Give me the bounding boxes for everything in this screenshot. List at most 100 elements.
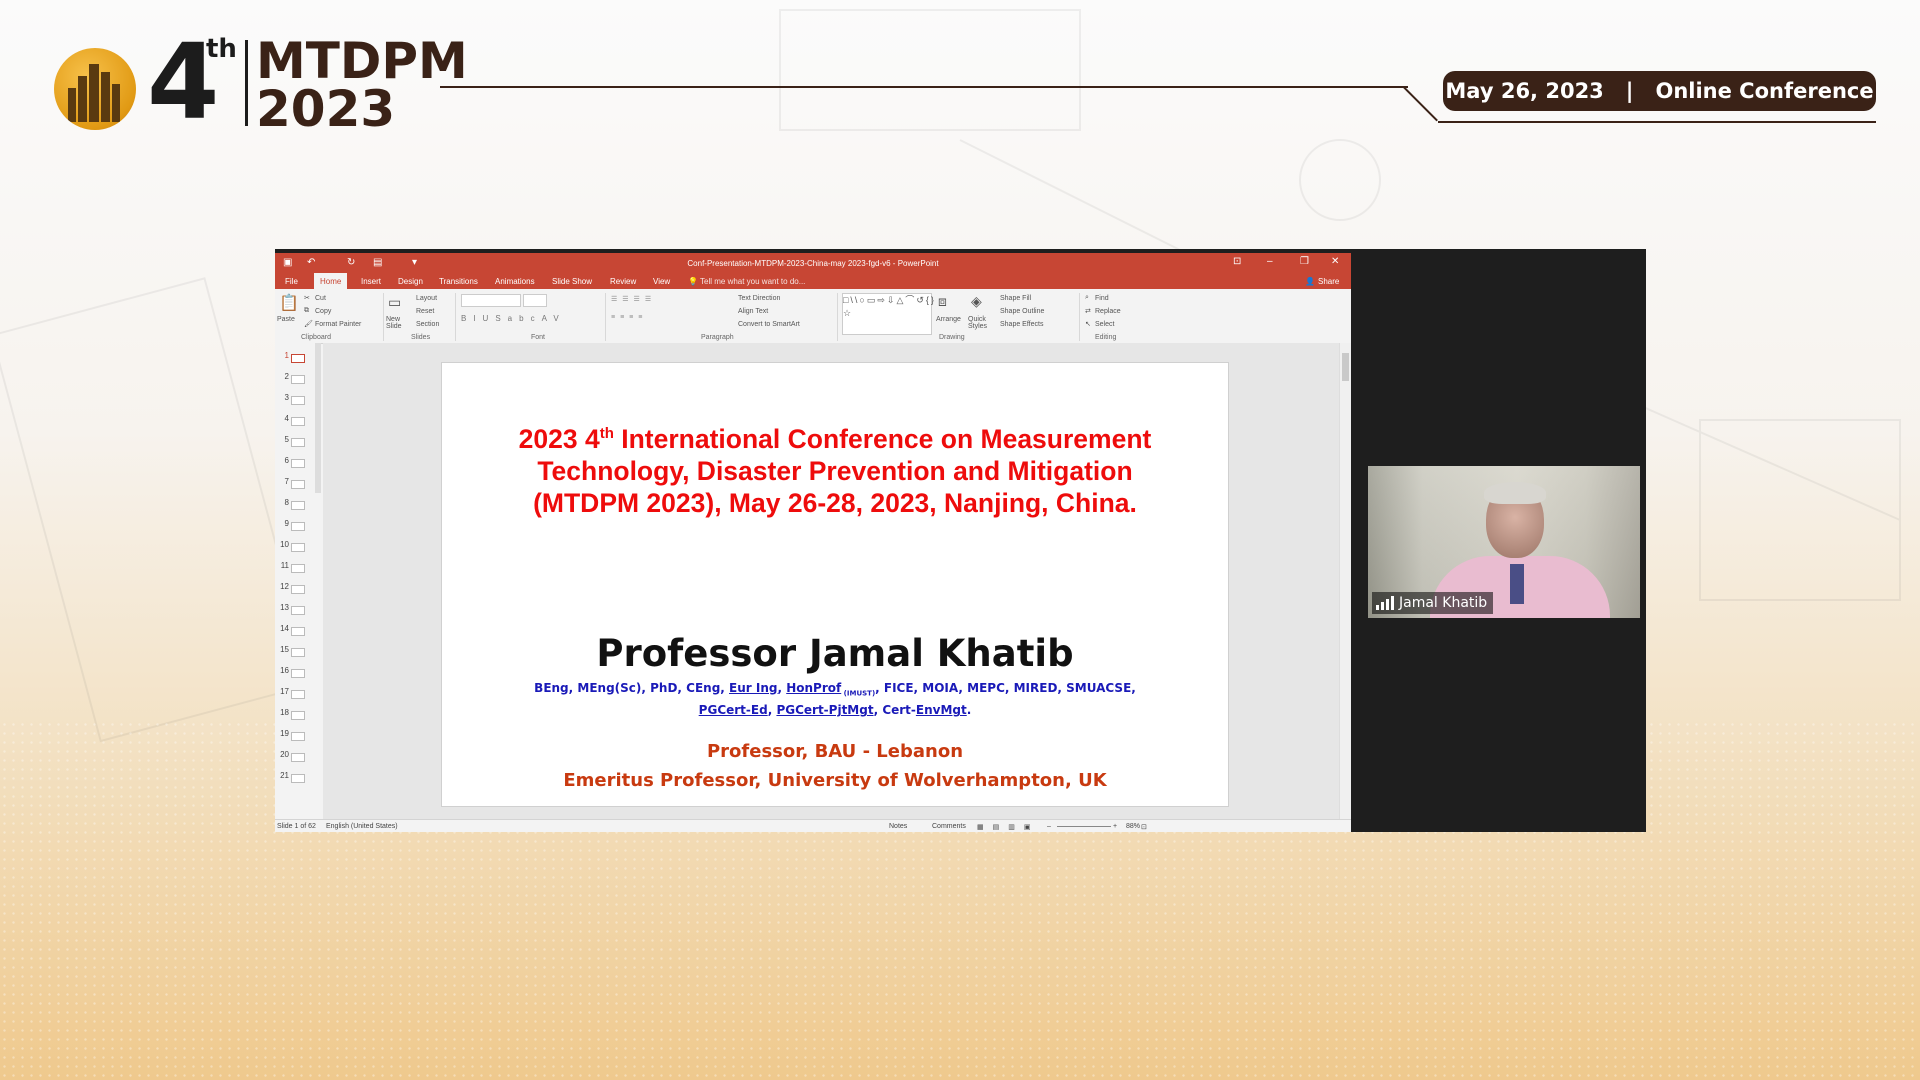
close-icon[interactable]: ✕ [1331,256,1339,267]
tab-animations[interactable]: Animations [495,277,535,286]
slide-thumb[interactable]: 16 [275,666,319,680]
format-painter-button[interactable]: Format Painter [315,321,361,328]
scrollbar-thumb[interactable] [1342,353,1349,381]
font-size-input[interactable] [523,294,547,307]
slide-thumb-number: 7 [284,477,289,486]
zoom-slider[interactable] [1057,826,1111,827]
banner-separator: | [1625,79,1634,103]
new-slide-button[interactable]: New Slide [386,316,408,330]
tab-insert[interactable]: Insert [361,277,381,286]
slide-thumb[interactable]: 7 [275,477,319,491]
slide-scrollbar[interactable] [1339,343,1351,819]
find-button[interactable]: Find [1095,295,1109,302]
convert-smartart-button[interactable]: Convert to SmartArt [738,321,800,328]
cut-button[interactable]: Cut [315,295,326,302]
shape-effects-button[interactable]: Shape Effects [1000,321,1043,328]
slide-thumb-number: 6 [284,456,289,465]
arrange-button[interactable]: Arrange [936,316,961,323]
logo-divider [245,40,248,126]
tab-view[interactable]: View [653,277,670,286]
list-icons[interactable]: ☰☰☰☰ [611,295,656,303]
slide-thumb[interactable]: 20 [275,750,319,764]
participant-name: Jamal Khatib [1399,595,1488,611]
screen-share: ▣ ↶ ↻ ▤ ▾ Conf-Presentation-MTDPM-2023-C… [275,249,1646,832]
slide-thumb[interactable]: 11 [275,561,319,575]
shape-outline-button[interactable]: Shape Outline [1000,308,1044,315]
tab-transitions[interactable]: Transitions [439,277,478,286]
comments-button[interactable]: Comments [932,823,966,830]
tab-review[interactable]: Review [610,277,636,286]
credentials-line2: PGCert-Ed, PGCert-PjtMgt, Cert-EnvMgt. [482,702,1188,719]
affiliation-line1: Professor, BAU - Lebanon [706,741,964,762]
video-person-tie [1510,564,1524,604]
slide-thumb[interactable]: 21 [275,771,319,785]
slide-thumb[interactable]: 8 [275,498,319,512]
slide-thumb[interactable]: 17 [275,687,319,701]
zoom-out-icon[interactable]: – [1047,823,1051,830]
paste-icon[interactable]: 📋 [279,293,299,313]
replace-button[interactable]: Replace [1095,308,1121,315]
cred-text: PGCert-Ed [698,703,768,718]
ribbon-tabs: File Home Insert Design Transitions Anim… [275,273,1351,289]
slide-thumb[interactable]: 13 [275,603,319,617]
cred-text: , Cert- [873,703,916,718]
arrange-icon[interactable]: ⧈ [938,293,947,310]
slide-thumb-number: 20 [280,750,289,759]
align-text-button[interactable]: Align Text [738,308,768,315]
logo-line1: MTDPM [256,32,468,90]
select-button[interactable]: Select [1095,321,1114,328]
paste-button[interactable]: Paste [277,316,295,323]
section-button[interactable]: Section [416,321,439,328]
align-icons[interactable]: ≡≡≡≡ [611,314,647,321]
font-format-icons[interactable]: BIUSabcAV [461,314,566,323]
slide-thumb[interactable]: 5 [275,435,319,449]
event-date: May 26, 2023 [1445,79,1604,103]
slide-thumb[interactable]: 12 [275,582,319,596]
slide-thumb[interactable]: 1 [275,351,319,365]
zoom-level[interactable]: 88% [1126,823,1140,830]
slide-thumb[interactable]: 18 [275,708,319,722]
copy-button[interactable]: Copy [315,308,331,315]
fit-slide-icon[interactable]: ⊡ [1141,823,1147,831]
tab-home[interactable]: Home [314,273,348,289]
shape-fill-button[interactable]: Shape Fill [1000,295,1031,302]
slide-title-sup: th [599,425,614,442]
view-buttons[interactable]: ▦▤▥▣ [977,823,1039,831]
slide-thumb[interactable]: 3 [275,393,319,407]
reset-button[interactable]: Reset [416,308,434,315]
slide-thumb-number: 2 [284,372,289,381]
slide-thumb[interactable]: 19 [275,729,319,743]
zoom-in-icon[interactable]: + [1113,823,1117,830]
thumbnail-scrollbar[interactable] [315,343,321,493]
share-button[interactable]: Share [1318,277,1339,286]
group-slides: Slides [411,334,431,341]
quick-styles-icon[interactable]: ◈ [971,293,982,310]
quick-styles-button[interactable]: Quick Styles [968,316,992,330]
notes-button[interactable]: Notes [889,823,907,830]
slide-thumb[interactable]: 15 [275,645,319,659]
restore-icon[interactable]: ❐ [1300,256,1309,267]
shapes-gallery[interactable]: □\\○▭⇨⇩△⌒↺{}☆ [842,293,934,335]
slide-thumb[interactable]: 10 [275,540,319,554]
ribbon-display-icon[interactable]: ⊡ [1233,256,1241,267]
new-slide-icon[interactable]: ▭ [388,294,401,311]
slide-thumb[interactable]: 6 [275,456,319,470]
slide-thumb[interactable]: 9 [275,519,319,533]
slide-thumb[interactable]: 2 [275,372,319,386]
slide-thumb[interactable]: 14 [275,624,319,638]
text-direction-button[interactable]: Text Direction [738,295,780,302]
participant-video[interactable]: Jamal Khatib [1368,466,1640,618]
buildings-icon [68,64,120,122]
participant-label: Jamal Khatib [1372,592,1494,614]
tell-me-box[interactable]: Tell me what you want to do... [700,277,805,286]
font-name-input[interactable] [461,294,521,307]
language-indicator[interactable]: English (United States) [326,823,398,830]
slide[interactable]: 2023 4th International Conference on Mea… [441,362,1229,807]
minimize-icon[interactable]: – [1267,256,1273,267]
tab-slide-show[interactable]: Slide Show [552,277,592,286]
tab-file[interactable]: File [285,277,298,286]
ribbon-separator [605,293,606,341]
tab-design[interactable]: Design [398,277,423,286]
slide-thumb[interactable]: 4 [275,414,319,428]
layout-button[interactable]: Layout [416,295,437,302]
